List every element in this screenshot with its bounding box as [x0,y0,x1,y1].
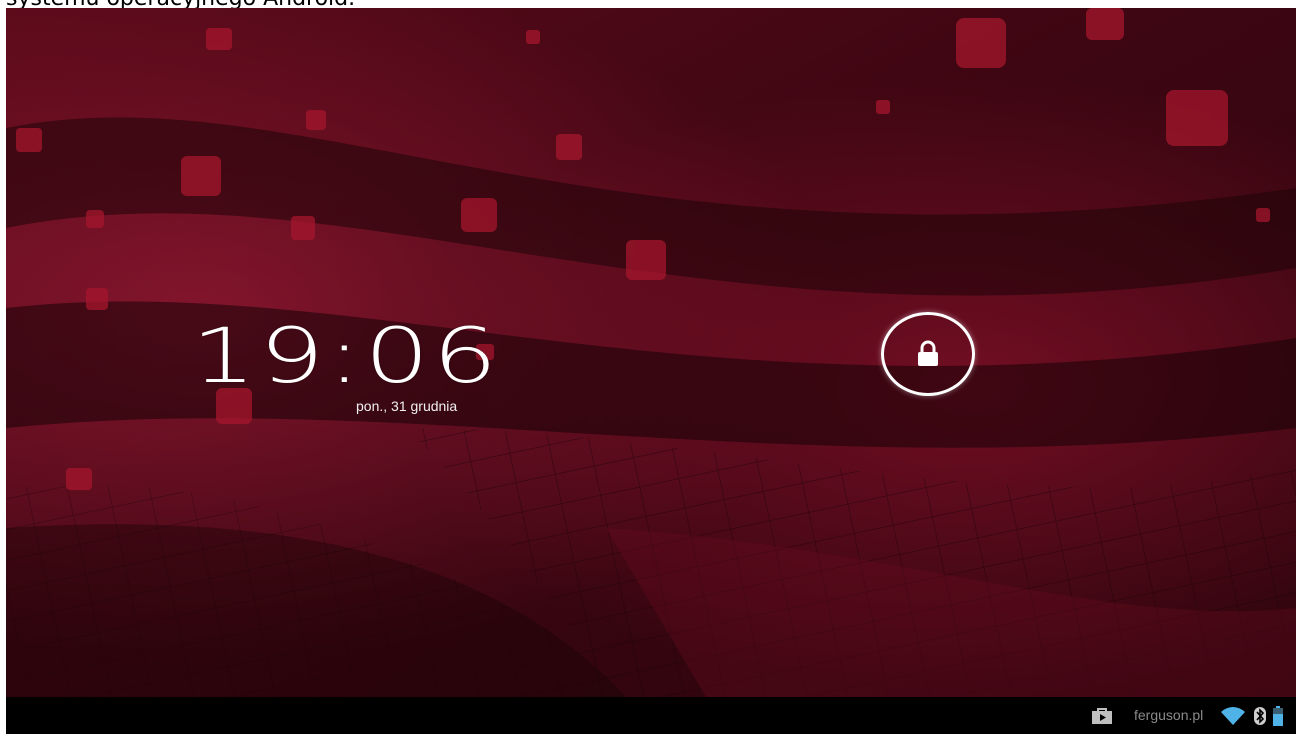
android-tablet-screen: 19:06 pon., 31 grudnia ferguson.pl [6,8,1296,734]
lockscreen-date: pon., 31 grudnia [356,398,458,414]
battery-icon [1272,697,1284,734]
wifi-icon [1220,697,1246,734]
unlock-handle[interactable] [881,312,975,396]
lockscreen-clock: 19:06 [191,311,501,400]
system-bar: ferguson.pl [6,697,1296,734]
brand-label: ferguson.pl [1134,707,1204,723]
play-store-icon[interactable] [1091,697,1113,734]
bluetooth-icon [1253,697,1267,734]
lock-icon [918,340,938,366]
